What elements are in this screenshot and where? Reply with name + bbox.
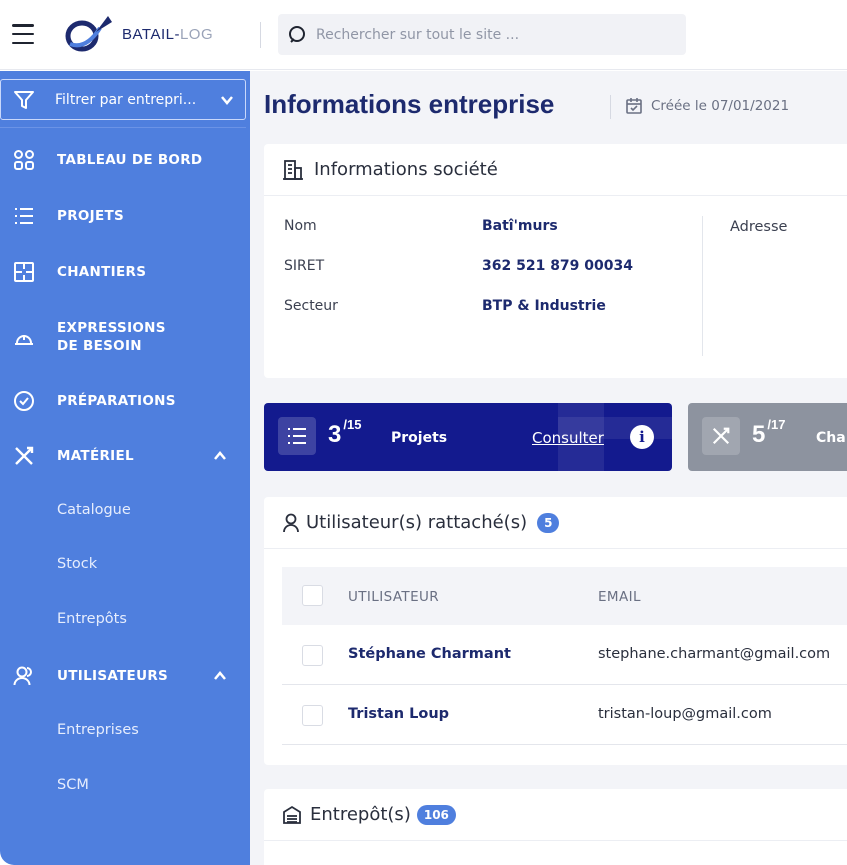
sidebar-item-utilisateurs[interactable]: UTILISATEURS (0, 665, 250, 687)
calendar-icon (626, 98, 642, 114)
filter-icon (14, 90, 34, 109)
sidebar-item-materiel[interactable]: MATÉRIEL (0, 445, 250, 467)
sidebar-item-tableau-de-bord[interactable]: TABLEAU DE BORD (0, 149, 250, 171)
consult-projects-link[interactable]: Consulter (532, 429, 604, 447)
sidebar-item-label: UTILISATEURS (57, 668, 169, 684)
warehouse-icon (283, 805, 301, 824)
search-input[interactable] (316, 26, 676, 43)
company-info-card: Informations société Nom Batî'murs SIRET… (264, 144, 847, 378)
users-count-badge: 5 (537, 512, 560, 533)
list-icon (12, 204, 36, 228)
sidebar: Filtrer par entrepri... TABLEAU DE BORD … (0, 71, 250, 865)
projects-label: Projets (391, 430, 448, 446)
field-value-siret: 362 521 879 00034 (482, 258, 633, 274)
main-content: Informations entreprise Créée le 07/01/2… (250, 71, 847, 865)
sidebar-subitem-stock[interactable]: Stock (57, 556, 97, 572)
logo-mark-icon (65, 16, 112, 52)
logo[interactable]: BATAIL-LOG (60, 14, 213, 54)
label-line-1: EXPRESSIONS (57, 320, 166, 336)
warehouses-count-badge: 106 (416, 804, 456, 825)
check-circle-icon (12, 389, 36, 413)
field-label-siret: SIRET (284, 258, 325, 274)
sidebar-item-label: PRÉPARATIONS (57, 393, 176, 409)
company-filter-select[interactable]: Filtrer par entrepri... (0, 79, 246, 120)
row-checkbox[interactable] (302, 705, 323, 726)
column-header-utilisateur[interactable]: UTILISATEUR (348, 589, 439, 605)
select-all-checkbox[interactable] (302, 585, 323, 606)
card-title: Informations société (314, 159, 498, 180)
sidebar-subitem-entrepots[interactable]: Entrepôts (57, 611, 127, 627)
created-date-text: Créée le 07/01/2021 (651, 98, 790, 114)
hardhat-icon (12, 327, 36, 351)
table-row: Stéphane Charmant stephane.charmant@gmai… (282, 626, 847, 685)
chevron-up-icon[interactable] (212, 448, 228, 464)
tools-icon (12, 444, 36, 468)
field-label-secteur: Secteur (284, 298, 338, 314)
field-value-nom: Batî'murs (482, 218, 558, 234)
chevron-up-icon[interactable] (212, 668, 228, 684)
floorplan-icon (12, 260, 36, 284)
search-box[interactable] (278, 14, 686, 55)
dashboard-icon (12, 148, 36, 172)
sidebar-item-label: MATÉRIEL (57, 448, 134, 464)
label-line-2: DE BESOIN (57, 338, 142, 354)
sidebar-item-expressions-de-besoin[interactable]: EXPRESSIONS DE BESOIN (0, 319, 250, 359)
field-value-secteur: BTP & Industrie (482, 298, 606, 314)
tools-icon (702, 417, 740, 455)
sidebar-subitem-scm[interactable]: SCM (57, 777, 89, 793)
sidebar-subitem-entreprises[interactable]: Entreprises (57, 722, 139, 738)
row-checkbox[interactable] (302, 645, 323, 666)
sidebar-item-label: TABLEAU DE BORD (57, 152, 203, 168)
sidebar-item-projets[interactable]: PROJETS (0, 205, 250, 227)
user-name-link[interactable]: Stéphane Charmant (348, 646, 511, 662)
sidebar-item-preparations[interactable]: PRÉPARATIONS (0, 390, 250, 412)
table-header: UTILISATEUR EMAIL (282, 567, 847, 625)
user-icon (283, 513, 299, 532)
sidebar-subitem-catalogue[interactable]: Catalogue (57, 502, 131, 518)
card-header: Utilisateur(s) rattaché(s) 5 (264, 497, 847, 549)
logo-text: BATAIL-LOG (122, 25, 214, 43)
users-card: Utilisateur(s) rattaché(s) 5 UTILISATEUR… (264, 497, 847, 765)
warehouses-card: Entrepôt(s) 106 (264, 789, 847, 865)
user-email: tristan-loup@gmail.com (598, 706, 772, 722)
divider (260, 22, 261, 48)
divider (0, 127, 246, 128)
card-header: Entrepôt(s) 106 (264, 789, 847, 841)
field-label-nom: Nom (284, 218, 317, 234)
sidebar-item-label: PROJETS (57, 208, 125, 224)
projects-stat-tile: 3/15 Projets Consulter i (264, 403, 672, 471)
users-icon (12, 664, 36, 688)
divider (702, 216, 703, 356)
page-title: Informations entreprise (264, 89, 555, 119)
info-icon[interactable]: i (630, 425, 654, 449)
projects-value: 3 (328, 421, 342, 448)
table-row: Tristan Loup tristan-loup@gmail.com (282, 686, 847, 745)
chantiers-total: /17 (767, 417, 786, 432)
top-bar: BATAIL-LOG (0, 0, 847, 70)
projects-count: 3/15 (328, 417, 361, 449)
card-title: Entrepôt(s) (310, 804, 411, 825)
user-name-link[interactable]: Tristan Loup (348, 706, 449, 722)
chevron-down-icon (221, 96, 233, 105)
created-date: Créée le 07/01/2021 (625, 97, 789, 115)
column-header-email[interactable]: EMAIL (598, 589, 641, 605)
card-title: Utilisateur(s) rattaché(s) (306, 512, 528, 533)
building-icon (283, 159, 303, 180)
sidebar-item-label: CHANTIERS (57, 264, 147, 280)
user-email: stephane.charmant@gmail.com (598, 646, 831, 662)
chantiers-label: Cha (816, 430, 846, 446)
projects-total: /15 (343, 417, 362, 432)
sidebar-item-label: EXPRESSIONS DE BESOIN (57, 319, 166, 355)
card-header: Informations société (264, 144, 847, 196)
search-icon (289, 25, 305, 43)
chantiers-stat-tile: 5/17 Cha (688, 403, 847, 471)
sidebar-item-chantiers[interactable]: CHANTIERS (0, 261, 250, 283)
hamburger-menu-icon[interactable] (12, 24, 34, 44)
chantiers-value: 5 (752, 421, 766, 448)
chantiers-count: 5/17 (752, 417, 785, 449)
filter-label: Filtrer par entrepri... (55, 91, 197, 108)
list-icon (278, 417, 316, 455)
field-label-adresse: Adresse (730, 219, 788, 235)
divider (610, 95, 611, 119)
